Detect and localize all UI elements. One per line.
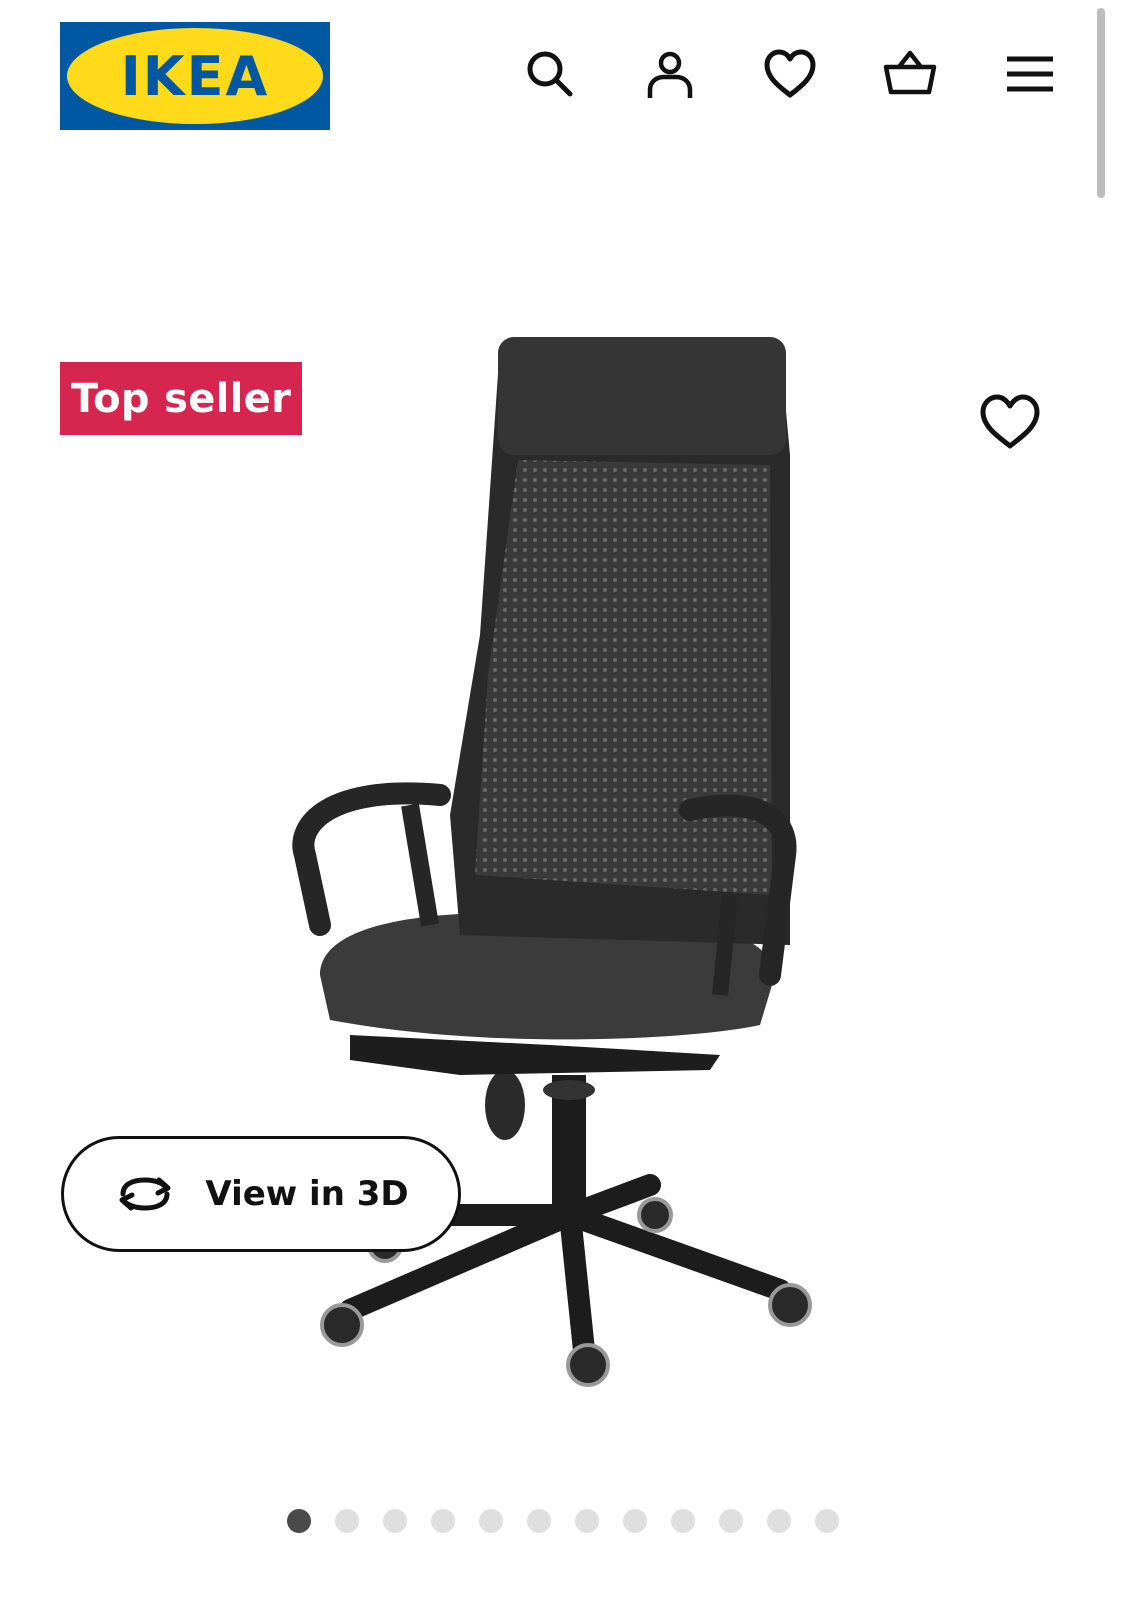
favourites-button[interactable]: [760, 44, 820, 104]
view-in-3d-label: View in 3D: [205, 1174, 409, 1214]
carousel-dot[interactable]: [623, 1509, 647, 1533]
header-toolbar: [520, 44, 1060, 104]
menu-button[interactable]: [1000, 44, 1060, 104]
carousel-dot[interactable]: [431, 1509, 455, 1533]
carousel-dot[interactable]: [287, 1509, 311, 1533]
carousel-dot[interactable]: [815, 1509, 839, 1533]
basket-button[interactable]: [880, 44, 940, 104]
carousel-dot[interactable]: [479, 1509, 503, 1533]
ikea-logo[interactable]: IKEA: [60, 22, 330, 130]
account-icon: [647, 51, 693, 98]
top-seller-badge: Top seller: [60, 362, 302, 435]
carousel-dot[interactable]: [767, 1509, 791, 1533]
carousel-dot[interactable]: [671, 1509, 695, 1533]
search-icon: [527, 51, 573, 97]
logo-text: IKEA: [121, 45, 270, 108]
rotate-3d-icon: [113, 1174, 177, 1214]
scrollbar[interactable]: [1097, 8, 1105, 198]
carousel-dot[interactable]: [575, 1509, 599, 1533]
account-button[interactable]: [640, 44, 700, 104]
office-chair-image: [292, 337, 812, 1387]
menu-icon: [1007, 56, 1053, 92]
image-carousel-pagination: [287, 1509, 839, 1533]
carousel-dot[interactable]: [335, 1509, 359, 1533]
view-in-3d-button[interactable]: View in 3D: [61, 1136, 461, 1252]
carousel-dot[interactable]: [383, 1509, 407, 1533]
add-to-favourites-button[interactable]: [978, 392, 1042, 452]
carousel-dot[interactable]: [527, 1509, 551, 1533]
page: IKEA Top seller View in 3D: [0, 0, 1125, 1609]
heart-icon: [980, 394, 1040, 449]
heart-icon: [764, 49, 816, 98]
ikea-logo-graphic: IKEA: [60, 22, 330, 130]
product-image[interactable]: [290, 335, 850, 1435]
basket-icon: [883, 50, 937, 95]
carousel-dot[interactable]: [719, 1509, 743, 1533]
search-button[interactable]: [520, 44, 580, 104]
